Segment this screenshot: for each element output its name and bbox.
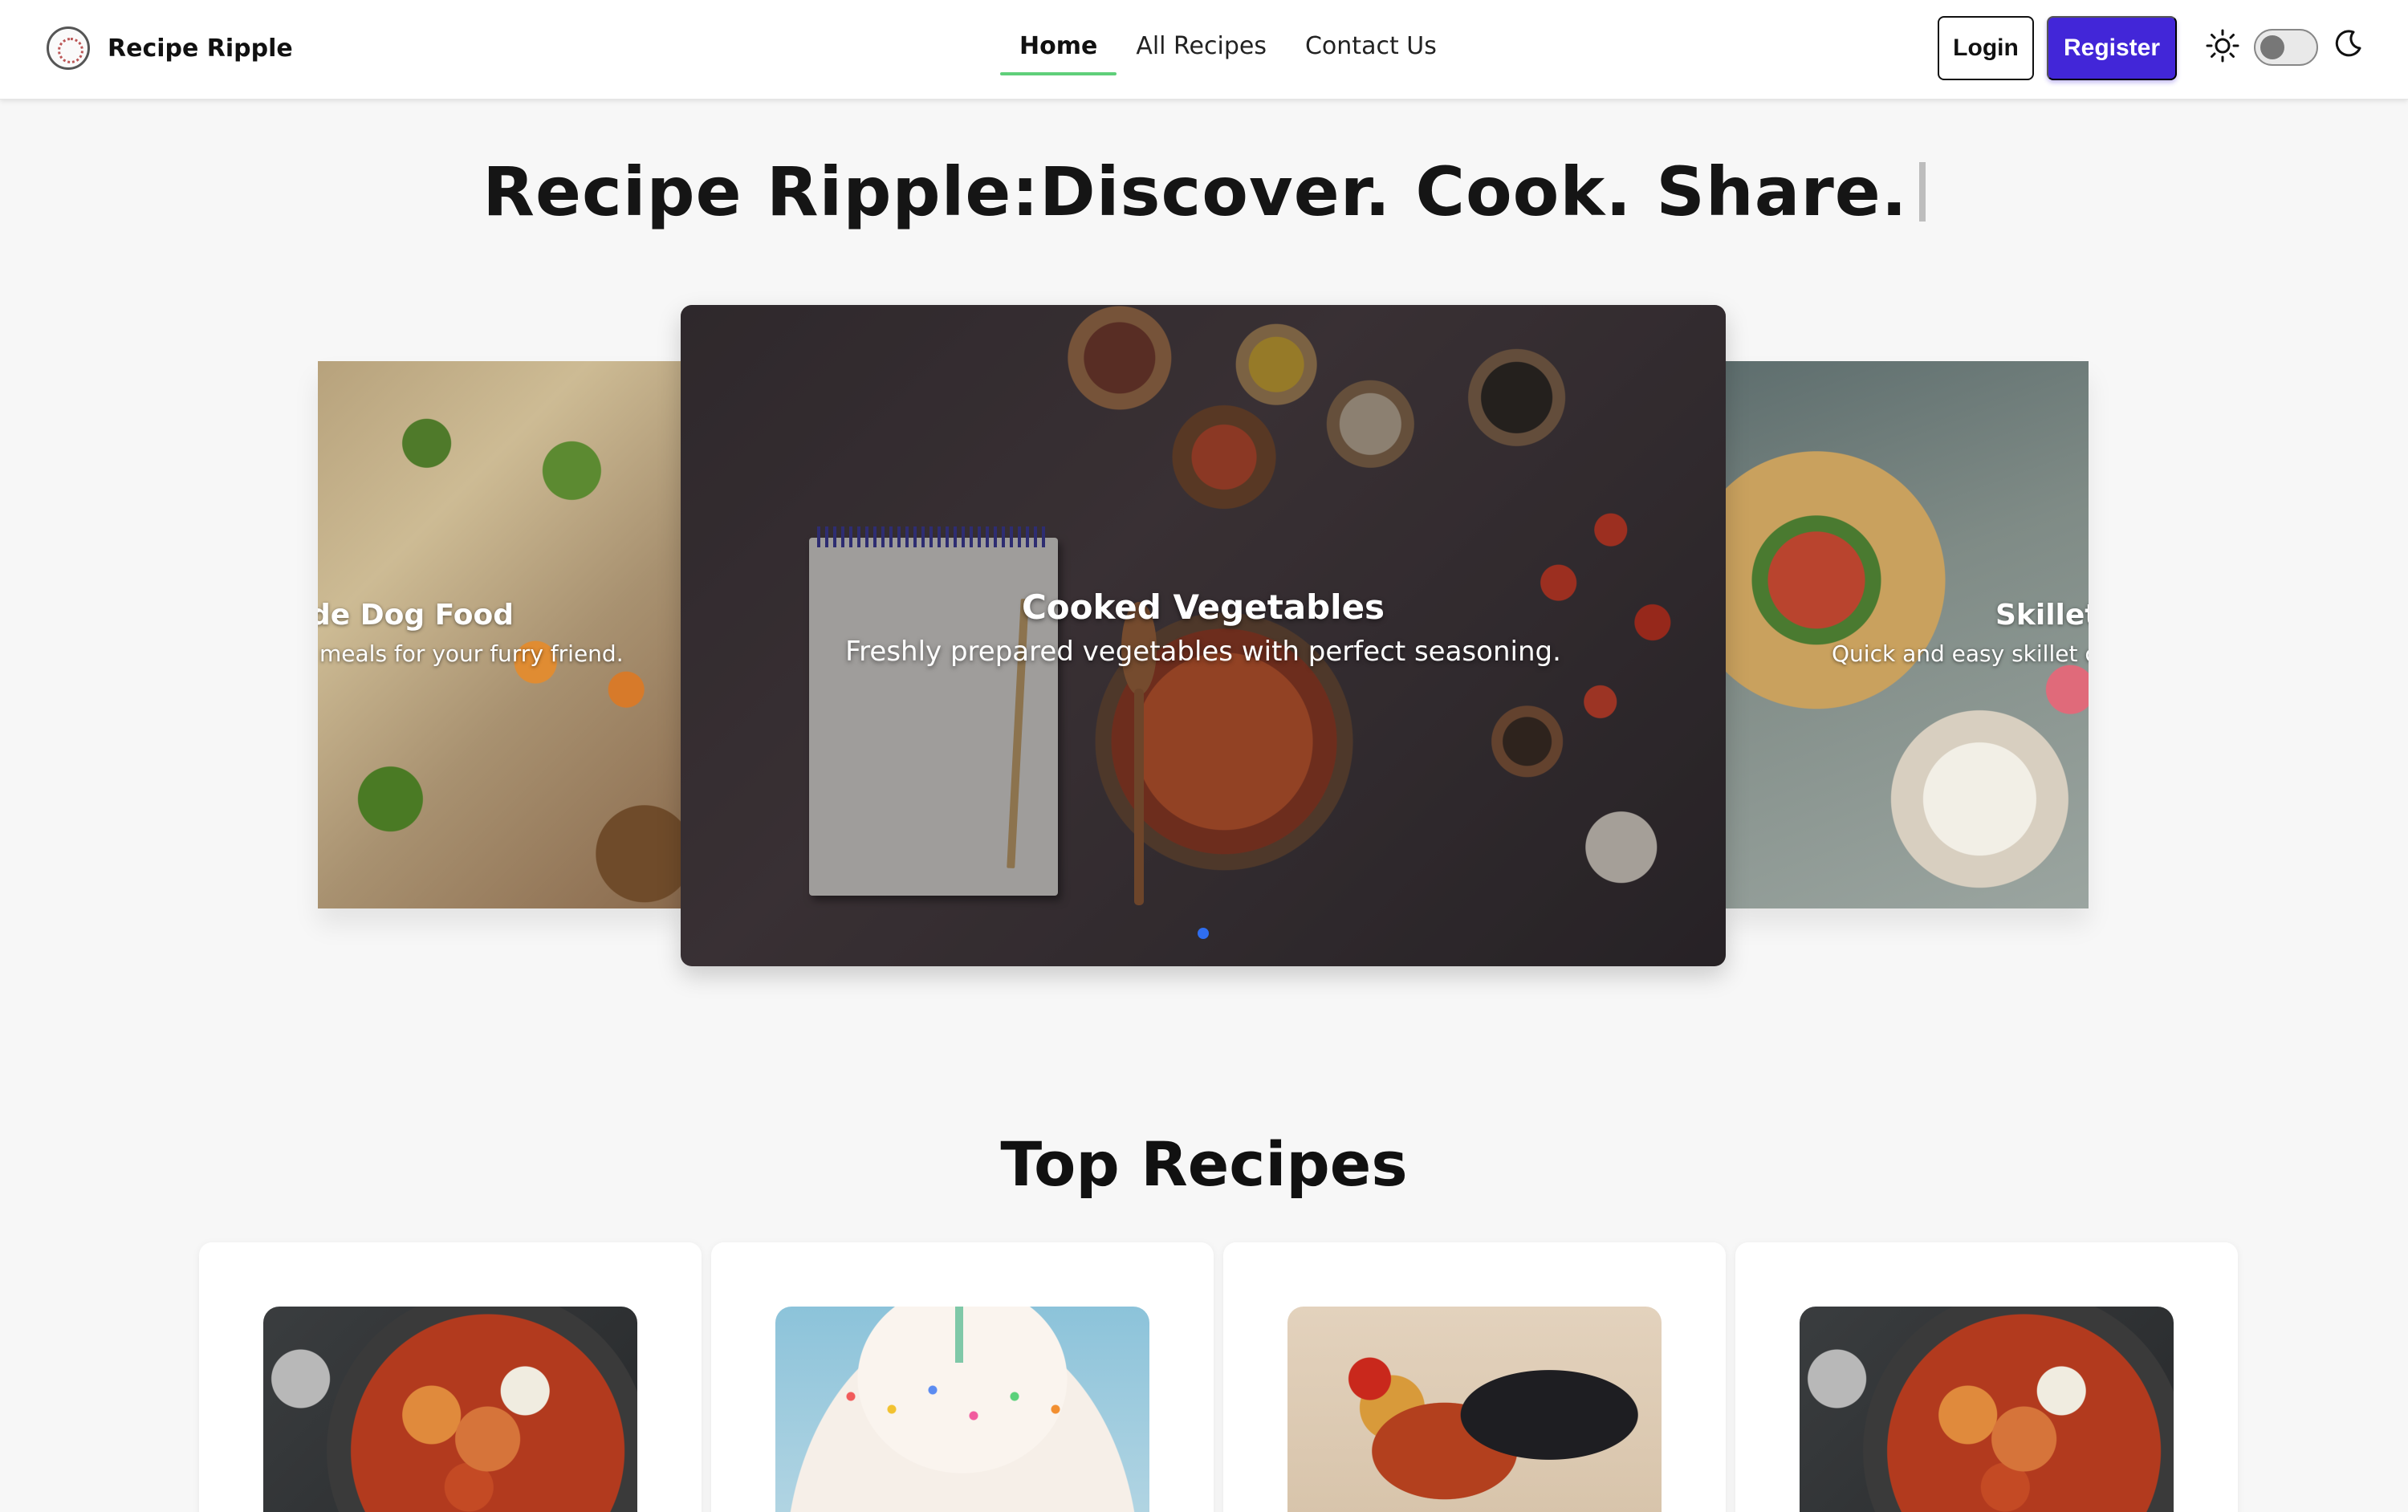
slide-prev-title: de Dog Food [318,599,515,632]
typing-cursor [1918,162,1926,222]
hero-title-text: Recipe Ripple:Discover. Cook. Share. [482,152,1908,231]
nav-links: Home All Recipes Contact Us [1000,24,1456,75]
brand-logo-icon [47,26,90,70]
slide-active-title: Cooked Vegetables [1021,587,1385,627]
nav-link-home[interactable]: Home [1000,24,1117,75]
recipe-image-rooster [1287,1307,1662,1512]
login-button[interactable]: Login [1938,16,2034,80]
theme-toggle[interactable] [2254,29,2318,66]
recipe-card[interactable] [199,1242,702,1512]
dog-food-image [318,361,681,908]
carousel-slide-prev[interactable]: de Dog Food meals for your furry friend. [318,361,681,908]
hero-title: Recipe Ripple:Discover. Cook. Share. [0,152,2408,231]
candle-image [955,1307,963,1363]
top-recipes-title: Top Recipes [1000,1128,1408,1200]
recipe-card[interactable] [1735,1242,2238,1512]
brand-name: Recipe Ripple [108,34,293,63]
toggle-knob [2260,35,2284,59]
register-button[interactable]: Register [2047,16,2177,80]
sprinkles-image [824,1371,1096,1435]
slide-prev-text: meals for your furry friend. [319,640,624,667]
moon-icon [2335,30,2361,57]
slide-next-text: Quick and easy skillet chil [1832,640,2089,667]
sun-icon [2206,29,2239,63]
recipe-image-cake [775,1307,1149,1512]
carousel-slide-next[interactable]: Skillet Quick and easy skillet chil [1726,361,2089,908]
nav-link-contact-us[interactable]: Contact Us [1286,24,1456,75]
carousel-slide-active[interactable]: Cooked Vegetables Freshly prepared veget… [681,305,1726,966]
recipe-card[interactable] [1223,1242,1726,1512]
recipe-image-gnocchi [263,1307,637,1512]
carousel-dot-active[interactable] [1198,928,1209,939]
slide-next-title: Skillet [1995,599,2089,632]
recipe-card[interactable] [711,1242,1214,1512]
recipe-image-gnocchi [1800,1307,2174,1512]
nav-link-all-recipes[interactable]: All Recipes [1117,24,1286,75]
skillet-chili-image [1726,361,2089,908]
carousel-dots [681,928,1726,939]
brand[interactable]: Recipe Ripple [47,26,293,71]
navbar: Recipe Ripple Home All Recipes Contact U… [0,0,2408,100]
slide-active-text: Freshly prepared vegetables with perfect… [845,636,1561,668]
